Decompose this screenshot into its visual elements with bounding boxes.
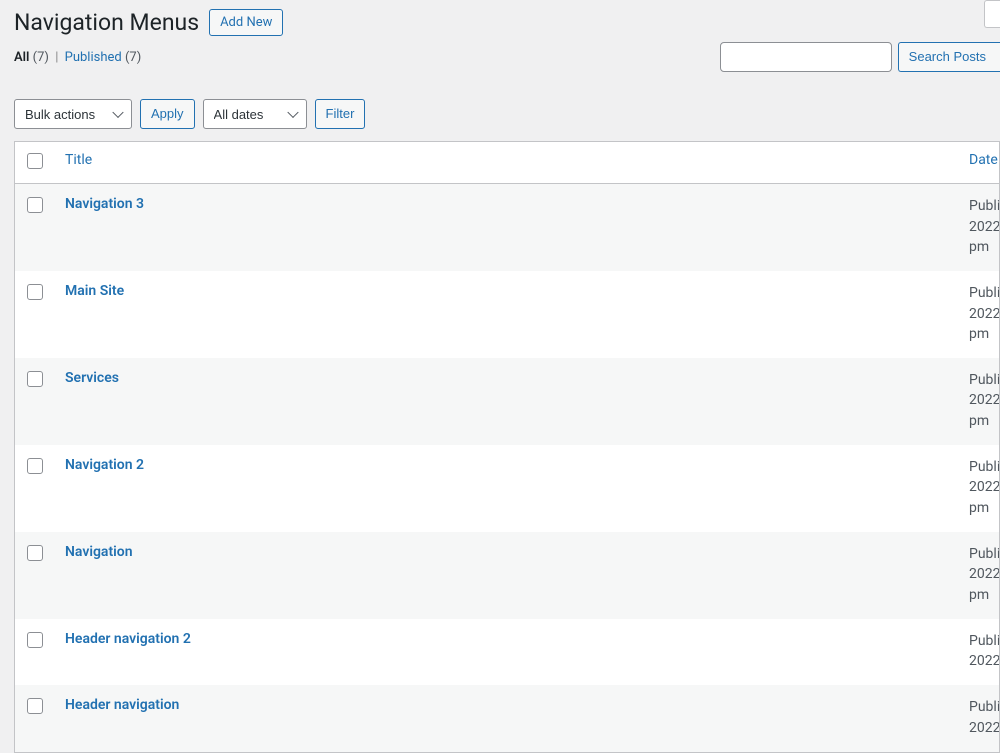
row-checkbox[interactable] (27, 197, 43, 213)
table-row: Navigation 2 Published2022/…pm (15, 445, 999, 532)
row-date-line1: Published (969, 283, 999, 303)
row-checkbox-cell (15, 532, 55, 619)
row-title-cell: Navigation (55, 532, 959, 619)
screen-options-panel[interactable] (984, 0, 1000, 28)
row-checkbox[interactable] (27, 545, 43, 561)
table-row: Header navigation Published2022/… (15, 685, 999, 752)
row-date-line2: 2022/… (969, 477, 999, 497)
row-date-cell: Published2022/… (959, 685, 999, 752)
row-title-link[interactable]: Header navigation (65, 697, 179, 713)
row-date-line3: pm (969, 585, 999, 605)
row-date-line3: pm (969, 411, 999, 431)
search-input[interactable] (720, 42, 892, 72)
row-checkbox[interactable] (27, 698, 43, 714)
row-checkbox-cell (15, 685, 55, 752)
row-checkbox-cell (15, 184, 55, 271)
select-all-checkbox[interactable] (27, 153, 43, 169)
filter-all-count: (7) (33, 50, 49, 65)
filter-all-label: All (14, 50, 29, 65)
table-row: Services Published2022/…pm (15, 358, 999, 445)
filter-published[interactable]: Published (7) (65, 50, 142, 65)
row-date-cell: Published2022/… (959, 619, 999, 686)
bulk-actions-select[interactable]: Bulk actions (14, 99, 132, 129)
row-checkbox-cell (15, 445, 55, 532)
row-checkbox-cell (15, 358, 55, 445)
separator: | (52, 50, 61, 65)
row-date-line3: pm (969, 498, 999, 518)
add-new-button[interactable]: Add New (209, 9, 283, 36)
row-title-link[interactable]: Main Site (65, 283, 124, 299)
posts-table: Title Date Navigation 3Published2022/…pm… (14, 141, 1000, 753)
table-row: Navigation 3 Published2022/…pm (15, 184, 999, 271)
row-date-cell: Published2022/…pm (959, 184, 999, 271)
row-title-cell: Services (55, 358, 959, 445)
row-title-link[interactable]: Navigation (65, 544, 133, 560)
row-title-link[interactable]: Services (65, 370, 119, 386)
table-row: Navigation Published2022/…pm (15, 532, 999, 619)
row-date-line1: Published (969, 370, 999, 390)
row-date-cell: Published2022/…pm (959, 445, 999, 532)
row-checkbox-cell (15, 619, 55, 686)
row-title-link[interactable]: Header navigation 2 (65, 631, 191, 647)
row-title-cell: Navigation 3 (55, 184, 959, 271)
row-date-line2: 2022/… (969, 390, 999, 410)
table-row: Main Site Published2022/…pm (15, 271, 999, 358)
apply-button[interactable]: Apply (140, 99, 195, 129)
row-date-line3: pm (969, 237, 999, 257)
dates-select[interactable]: All dates (203, 99, 307, 129)
select-all-header (15, 142, 55, 184)
search-button[interactable]: Search Posts (898, 42, 1000, 72)
row-date-line1: Published (969, 457, 999, 477)
row-title-link[interactable]: Navigation 2 (65, 457, 144, 473)
table-row: Header navigation 2 Published2022/… (15, 619, 999, 686)
filter-all[interactable]: All (7) (14, 50, 52, 65)
row-checkbox-cell (15, 271, 55, 358)
row-date-line2: 2022/… (969, 217, 999, 237)
column-date-header[interactable]: Date (959, 142, 999, 184)
row-title-cell: Main Site (55, 271, 959, 358)
row-date-line2: 2022/… (969, 564, 999, 584)
row-checkbox[interactable] (27, 371, 43, 387)
row-title-cell: Header navigation (55, 685, 959, 752)
row-date-line1: Published (969, 544, 999, 564)
row-date-line2: 2022/… (969, 651, 999, 671)
row-title-cell: Navigation 2 (55, 445, 959, 532)
filter-published-label: Published (65, 50, 122, 65)
row-title-cell: Header navigation 2 (55, 619, 959, 686)
row-checkbox[interactable] (27, 458, 43, 474)
row-date-line1: Published (969, 697, 999, 717)
filter-published-count: (7) (125, 50, 141, 65)
page-title: Navigation Menus (14, 9, 199, 36)
column-title-header[interactable]: Title (55, 142, 959, 184)
row-date-line1: Published (969, 196, 999, 216)
row-checkbox[interactable] (27, 284, 43, 300)
row-date-cell: Published2022/…pm (959, 271, 999, 358)
row-date-line2: 2022/… (969, 718, 999, 738)
row-date-line2: 2022/… (969, 304, 999, 324)
row-date-cell: Published2022/…pm (959, 532, 999, 619)
row-date-line1: Published (969, 631, 999, 651)
row-title-link[interactable]: Navigation 3 (65, 196, 144, 212)
row-date-cell: Published2022/…pm (959, 358, 999, 445)
row-date-line3: pm (969, 324, 999, 344)
filter-button[interactable]: Filter (315, 99, 366, 129)
